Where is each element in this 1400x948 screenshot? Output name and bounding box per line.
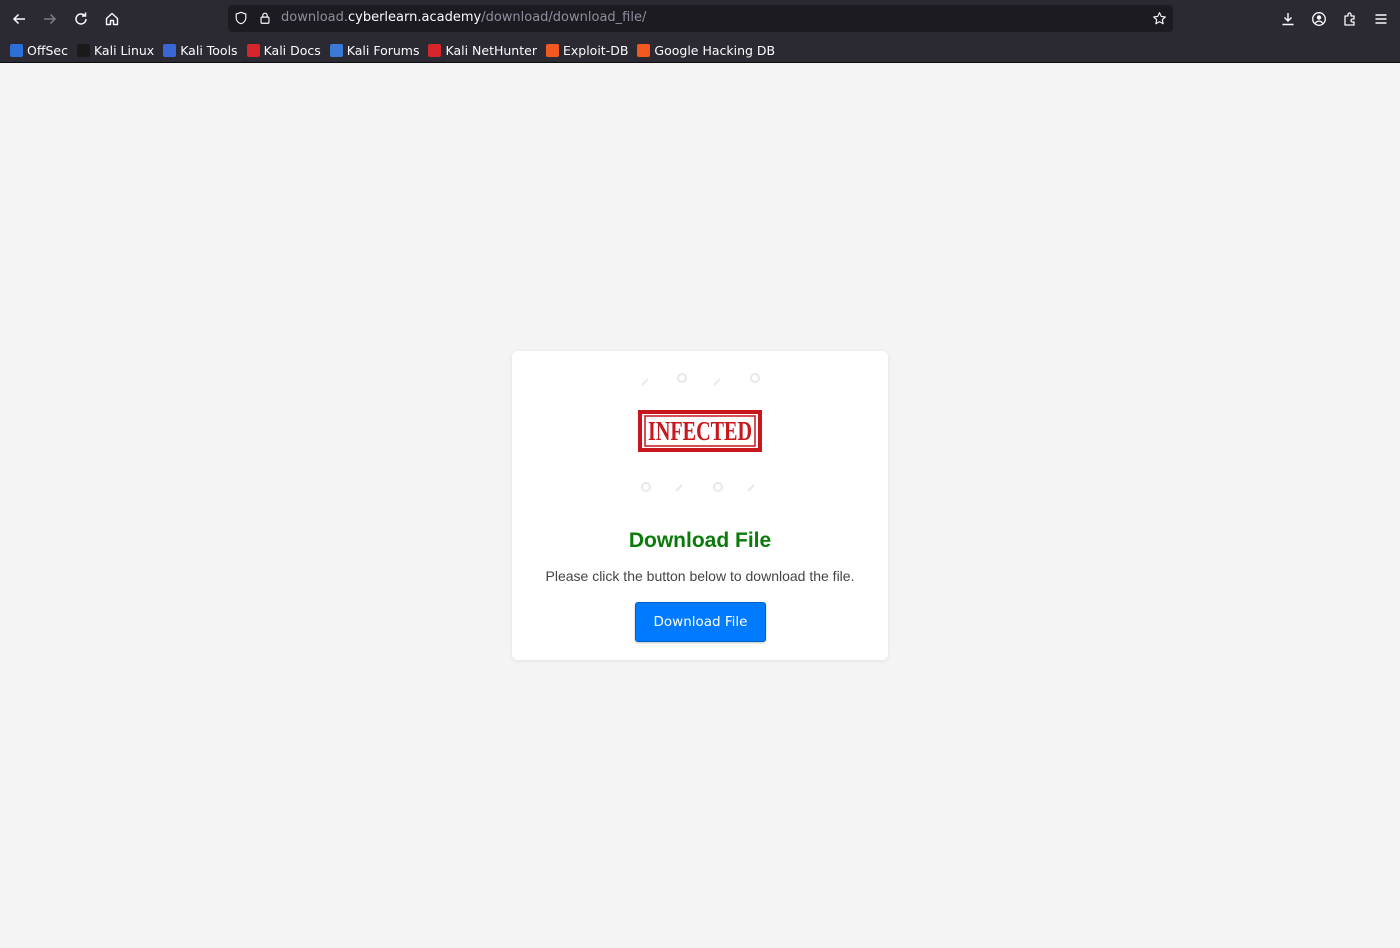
ghdb-icon — [637, 43, 651, 57]
url-path: /download/download_file/ — [481, 10, 647, 25]
forward-arrow-icon — [44, 13, 57, 25]
download-icon — [1282, 13, 1294, 26]
home-button[interactable] — [99, 6, 125, 32]
url-host: cyberlearn.academy — [348, 10, 482, 25]
bookmark-label: Kali Forums — [346, 42, 420, 58]
menu-button[interactable] — [1369, 7, 1393, 31]
account-button[interactable] — [1307, 7, 1331, 31]
bookmark-label: Exploit-DB — [562, 42, 629, 58]
bookmark-google-hacking-db[interactable]: Google Hacking DB — [635, 39, 780, 61]
address-bar[interactable]: download.cyberlearn.academy/download/dow… — [228, 5, 1173, 32]
bookmark-label: Kali NetHunter — [445, 42, 537, 58]
browser-chrome: download.cyberlearn.academy/download/dow… — [0, 0, 1400, 63]
account-icon — [1312, 12, 1326, 26]
bookmark-label: Kali Linux — [93, 42, 155, 58]
download-file-button[interactable]: Download File — [635, 602, 766, 642]
extensions-button[interactable] — [1338, 7, 1362, 31]
kali-tools-icon — [163, 43, 177, 57]
forward-button[interactable] — [37, 6, 63, 32]
page-description: Please click the button below to downloa… — [545, 568, 855, 584]
kali-dragon-icon — [76, 43, 90, 57]
home-icon — [105, 12, 119, 26]
bookmark-kali-tools[interactable]: Kali Tools — [161, 39, 242, 61]
infected-stamp-illustration: INFECTED — [638, 373, 762, 492]
bookmark-label: Google Hacking DB — [654, 42, 776, 58]
bookmark-kali-forums[interactable]: Kali Forums — [328, 39, 425, 61]
reload-icon — [75, 12, 87, 25]
bookmark-star-icon[interactable] — [1151, 10, 1167, 26]
reload-button[interactable] — [68, 6, 94, 32]
puzzle-piece-icon — [1344, 12, 1355, 26]
hamburger-menu-icon — [1375, 14, 1387, 24]
bookmark-kali-docs[interactable]: Kali Docs — [245, 39, 326, 61]
bookmarks-toolbar: OffSec Kali Linux Kali Tools Kali Docs Kali … — [0, 38, 1400, 62]
offsec-icon — [10, 43, 23, 57]
back-arrow-icon — [12, 13, 25, 25]
stamp: INFECTED — [638, 410, 762, 452]
downloads-button[interactable] — [1276, 7, 1300, 31]
bookmark-exploit-db[interactable]: Exploit-DB — [544, 39, 633, 61]
kali-docs-icon — [246, 43, 260, 57]
kali-forums-icon — [329, 43, 343, 57]
stamp-text: INFECTED — [648, 416, 752, 446]
lock-icon[interactable] — [257, 10, 273, 26]
page-title: Download File — [628, 529, 772, 552]
nethunter-icon — [428, 43, 442, 57]
exploit-db-icon — [545, 43, 559, 57]
bookmark-offsec[interactable]: OffSec — [8, 39, 73, 61]
bookmark-label: OffSec — [27, 42, 68, 58]
bookmark-kali-linux[interactable]: Kali Linux — [75, 39, 159, 61]
bookmark-kali-nethunter[interactable]: Kali NetHunter — [426, 39, 541, 61]
url-text[interactable]: download.cyberlearn.academy/download/dow… — [281, 10, 646, 25]
back-button[interactable] — [6, 6, 32, 32]
download-card: INFECTED Download File Please click the … — [512, 351, 888, 660]
bookmark-label: Kali Docs — [263, 42, 321, 58]
browser-toolbar: download.cyberlearn.academy/download/dow… — [0, 0, 1400, 37]
url-prefix: download. — [281, 10, 348, 25]
chrome-divider — [0, 62, 1400, 63]
tracking-shield-icon[interactable] — [233, 10, 249, 26]
bookmark-label: Kali Tools — [180, 42, 238, 58]
